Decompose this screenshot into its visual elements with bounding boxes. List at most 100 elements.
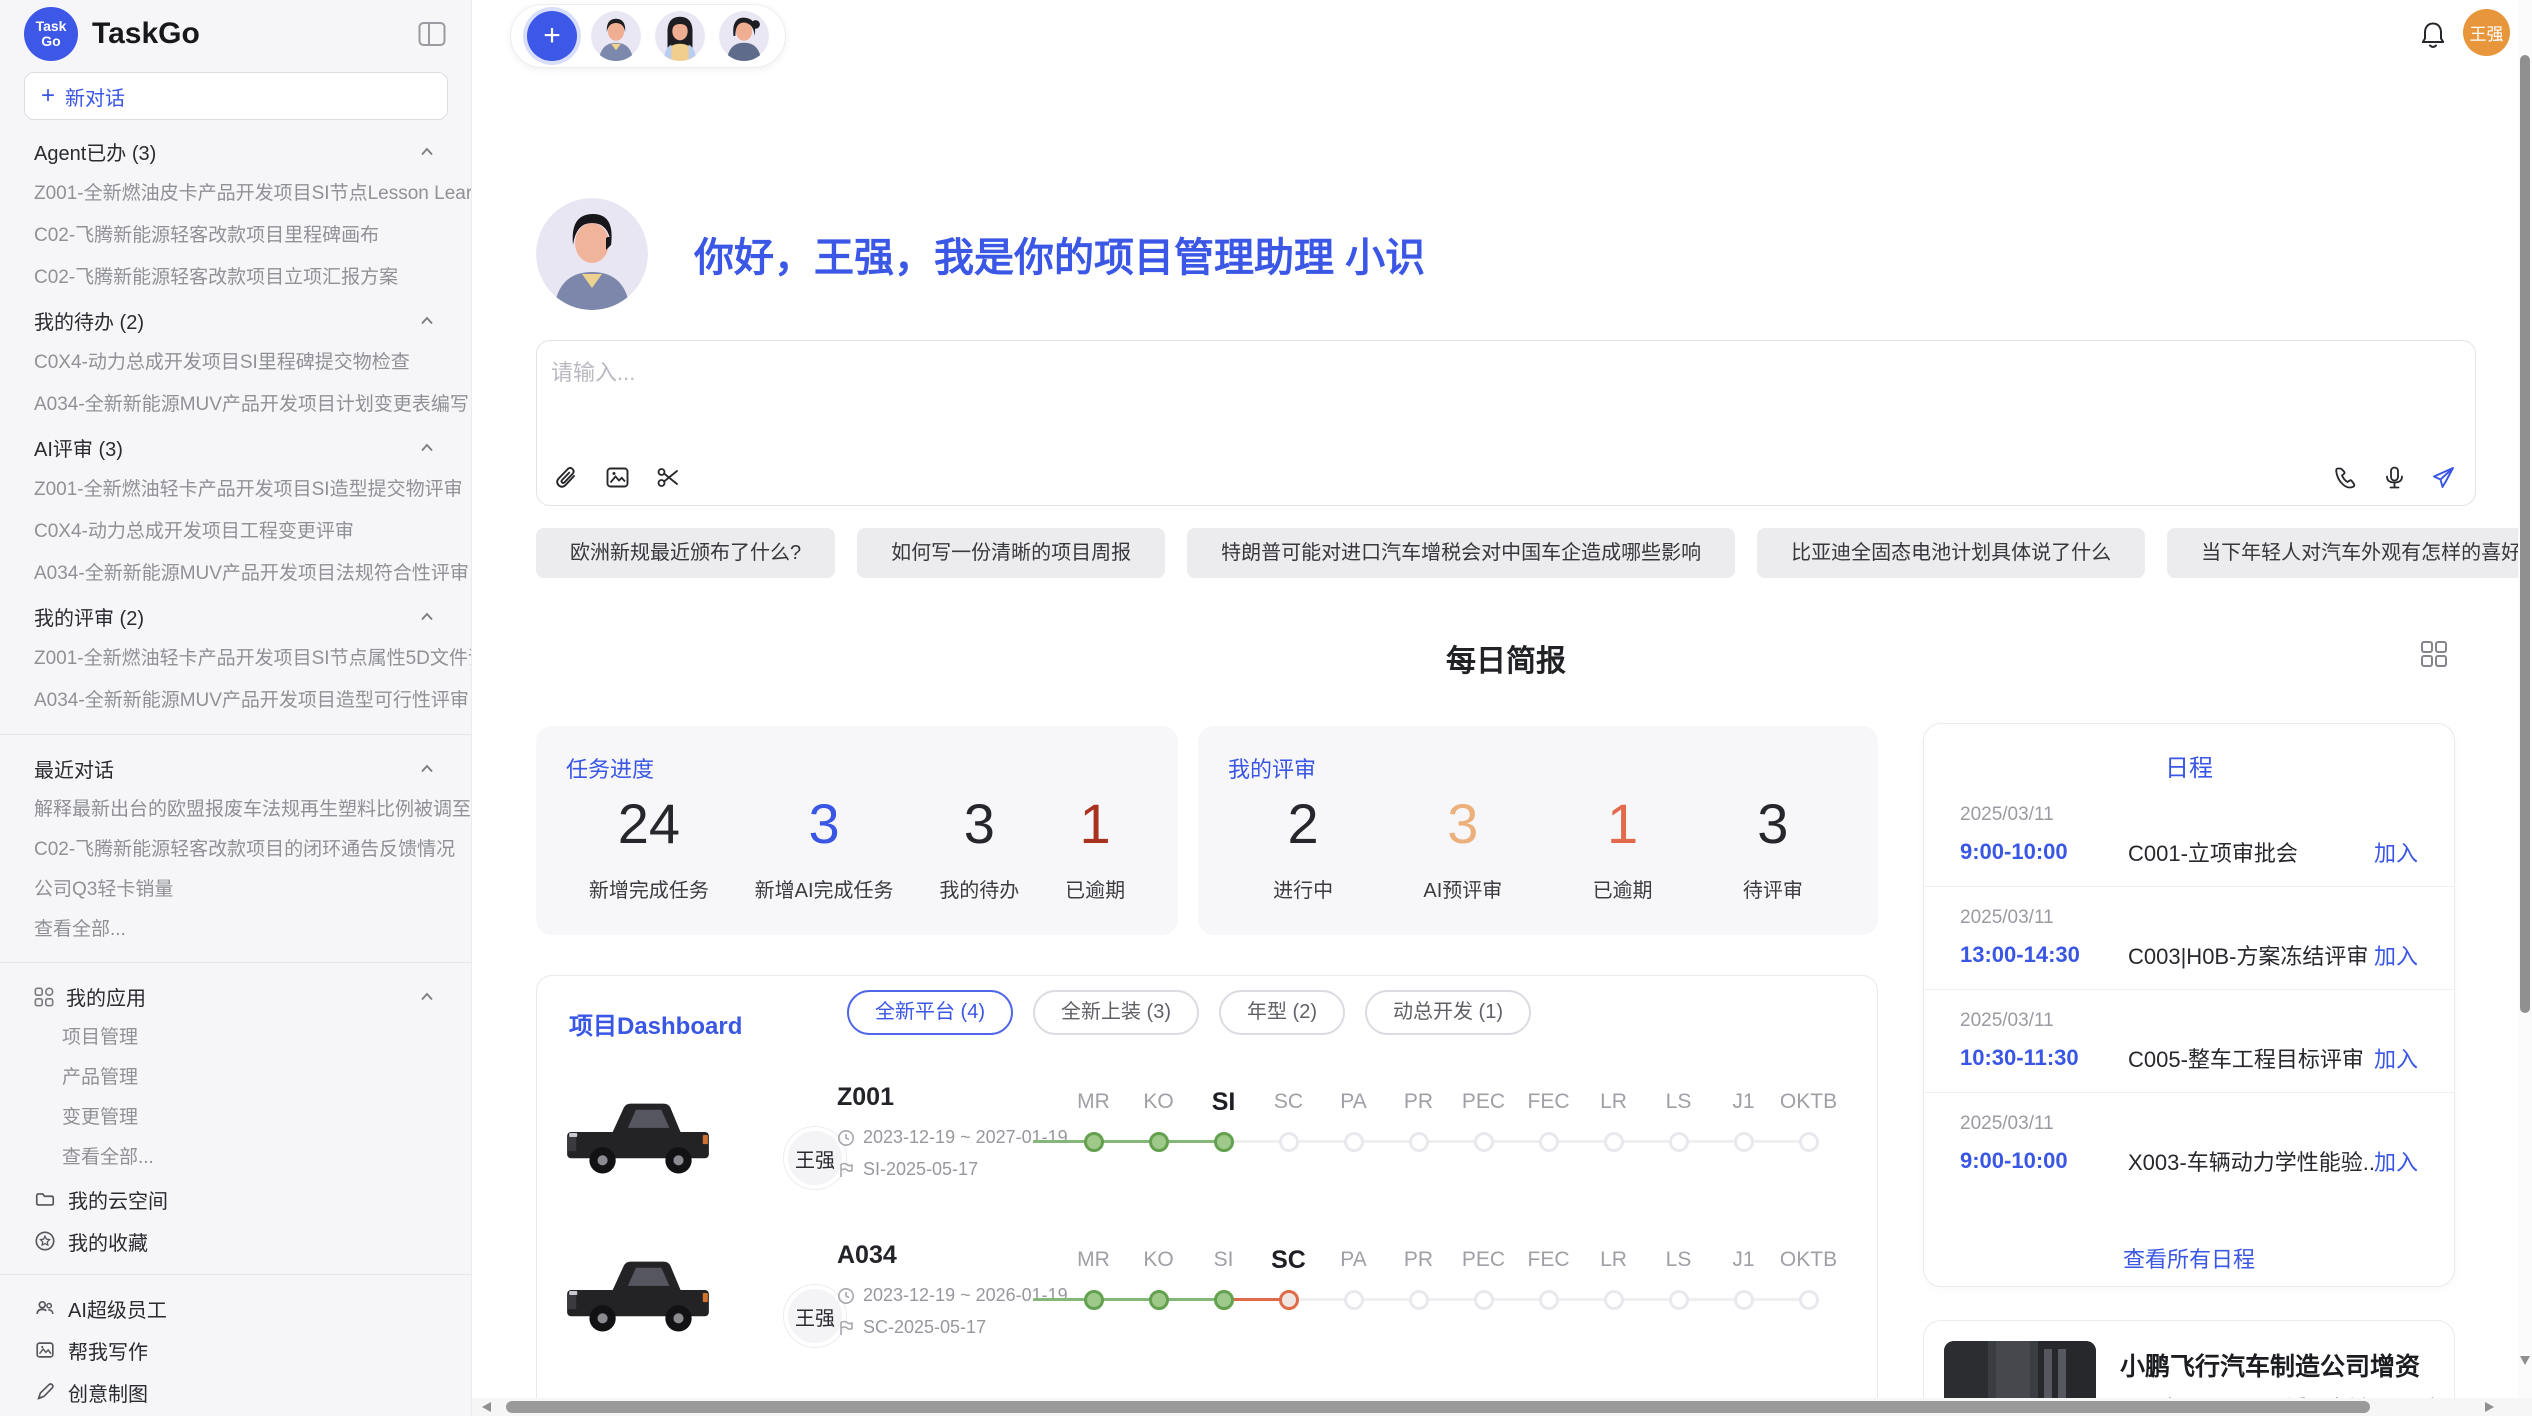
suggestion-chip[interactable]: 欧洲新规最近颁布了什么? — [536, 528, 835, 578]
suggestion-chip[interactable]: 特朗普可能对进口汽车增税会对中国车企造成哪些影响 — [1187, 528, 1735, 578]
schedule-item-row: 13:00-14:30C003|H0B-方案冻结评审加入 — [1960, 939, 2418, 971]
schedule-item-row: 9:00-10:00C001-立项审批会加入 — [1960, 836, 2418, 868]
join-link[interactable]: 加入 — [2374, 939, 2418, 971]
assistant-avatar-3[interactable] — [719, 11, 769, 61]
chevron-up-icon[interactable] — [417, 438, 437, 458]
stat-item: 3待评审 — [1743, 794, 1803, 903]
group-title: 我的评审 (2) — [34, 602, 144, 631]
milestone-dot-OKTB — [1799, 1290, 1819, 1310]
sidebar-item[interactable]: C0X4-动力总成开发项目SI里程碑提交物检查 — [0, 342, 471, 384]
sidebar-item[interactable]: C02-飞腾新能源轻客改款项目里程碑画布 — [0, 215, 471, 257]
sidebar-item[interactable]: A034-全新新能源MUV产品开发项目法规符合性评审 — [0, 553, 471, 595]
composer-left-icons — [553, 464, 682, 491]
sidebar-item[interactable]: Z001-全新燃油轻卡产品开发项目SI造型提交物评审 — [0, 469, 471, 511]
new-chat-button[interactable]: + 新对话 — [24, 72, 448, 120]
clock-icon — [837, 1287, 855, 1305]
dashboard-filter-tab[interactable]: 年型 (2) — [1219, 990, 1345, 1035]
phone-icon[interactable] — [2332, 464, 2359, 491]
paperclip-icon[interactable] — [553, 464, 580, 491]
add-assistant-button[interactable]: + — [527, 11, 577, 61]
join-link[interactable]: 加入 — [2374, 1145, 2418, 1177]
dashboard-filter-tab[interactable]: 全新平台 (4) — [847, 990, 1013, 1035]
scissors-icon[interactable] — [655, 464, 682, 491]
bell-icon[interactable] — [2416, 18, 2450, 52]
sidebar-group-header[interactable]: Agent已办 (3) — [0, 130, 471, 173]
schedule-date: 2025/03/11 — [1960, 1113, 2418, 1135]
suggestion-chip[interactable]: 比亚迪全固态电池计划具体说了什么 — [1757, 528, 2145, 578]
sidebar-item[interactable]: C02-飞腾新能源轻客改款项目立项汇报方案 — [0, 257, 471, 299]
dashboard-filter-tab[interactable]: 动总开发 (1) — [1365, 990, 1531, 1035]
greeting-text: 你好，王强，我是你的项目管理助理 小识 — [694, 225, 1425, 283]
stat-value: 24 — [589, 794, 709, 854]
send-icon[interactable] — [2430, 464, 2457, 491]
image-icon[interactable] — [604, 464, 631, 491]
chevron-up-icon[interactable] — [417, 987, 437, 1007]
suggestion-chip[interactable]: 如何写一份清晰的项目周报 — [857, 528, 1165, 578]
my-apps-label: 我的应用 — [66, 982, 146, 1011]
milestone-cell: OKTB — [1776, 1242, 1841, 1310]
stat-card-title: 任务进度 — [566, 752, 1148, 784]
sidebar-group-header[interactable]: 我的评审 (2) — [0, 595, 471, 638]
sidebar-group-header[interactable]: AI评审 (3) — [0, 426, 471, 469]
sidebar-app-item[interactable]: 变更管理 — [0, 1098, 471, 1138]
sidebar-app-item[interactable]: 项目管理 — [0, 1018, 471, 1058]
user-avatar[interactable]: 王强 — [2463, 9, 2510, 56]
sidebar-item[interactable]: A034-全新新能源MUV产品开发项目计划变更表编写 — [0, 384, 471, 426]
stat-row: 2进行中3AI预评审1已逾期3待评审 — [1228, 794, 1848, 903]
sidebar: Task Go TaskGo + 新对话 Agent已办 (3)Z001-全新燃… — [0, 0, 472, 1416]
sidebar-recent-item[interactable]: 公司Q3轻卡销量 — [0, 870, 471, 910]
chevron-up-icon[interactable] — [417, 759, 437, 779]
daily-brief-title: 每日简报 — [536, 636, 2476, 680]
new-chat-label: 新对话 — [65, 82, 125, 111]
dashboard-filter-tab[interactable]: 全新上装 (3) — [1033, 990, 1199, 1035]
schedule-item: 2025/03/1113:00-14:30C003|H0B-方案冻结评审加入 — [1924, 887, 2454, 990]
sidebar-recent-item[interactable]: 查看全部... — [0, 910, 471, 950]
grid-icon — [34, 987, 54, 1007]
project-row[interactable]: 王强 Z001 2023-12-19 ~ 2027-01-19 SI-2025-… — [537, 1071, 1877, 1229]
chevron-up-icon[interactable] — [417, 311, 437, 331]
sidebar-app-item[interactable]: 查看全部... — [0, 1138, 471, 1178]
sidebar-header: Task Go TaskGo — [0, 0, 471, 68]
milestone-cell: PEC — [1451, 1242, 1516, 1310]
sidebar-group-header[interactable]: 我的待办 (2) — [0, 299, 471, 342]
join-link[interactable]: 加入 — [2374, 1042, 2418, 1074]
truck-image — [557, 1237, 719, 1347]
vertical-scrollbar-thumb[interactable] — [2520, 55, 2530, 1013]
milestone-cell: J1 — [1711, 1084, 1776, 1152]
chevron-up-icon[interactable] — [417, 607, 437, 627]
sidebar-item-creative-draw[interactable]: 创意制图 — [0, 1371, 471, 1413]
sidebar-group-header[interactable]: 最近对话 — [0, 747, 471, 790]
sidebar-item[interactable]: C0X4-动力总成开发项目工程变更评审 — [0, 511, 471, 553]
sidebar-item[interactable]: A034-全新新能源MUV产品开发项目造型可行性评审 — [0, 680, 471, 722]
sidebar-item-help-write[interactable]: 帮我写作 — [0, 1329, 471, 1371]
sidebar-item-favorites[interactable]: 我的收藏 — [0, 1220, 471, 1262]
sidebar-collapse-icon[interactable] — [417, 19, 447, 49]
view-all-schedule-link[interactable]: 查看所有日程 — [1924, 1242, 2454, 1274]
sidebar-app-item[interactable]: 产品管理 — [0, 1058, 471, 1098]
schedule-item: 2025/03/119:00-10:00X003-车辆动力学性能验...加入 — [1924, 1093, 2454, 1196]
scroll-right-arrow[interactable] — [2485, 1402, 2494, 1412]
sidebar-item[interactable]: Z001-全新燃油轻卡产品开发项目SI节点属性5D文件评审 — [0, 638, 471, 680]
scroll-left-arrow[interactable] — [482, 1402, 491, 1412]
scroll-down-arrow[interactable] — [2520, 1356, 2530, 1365]
layout-grid-icon[interactable] — [2420, 640, 2448, 668]
chevron-up-icon[interactable] — [417, 142, 437, 162]
sidebar-item-cloud-space[interactable]: 我的云空间 — [0, 1178, 471, 1220]
stat-item: 1已逾期 — [1593, 794, 1653, 903]
project-row[interactable]: 王强 A034 2023-12-19 ~ 2026-01-19 SC-2025-… — [537, 1229, 1877, 1387]
schedule-item: 2025/03/119:00-10:00C001-立项审批会加入 — [1924, 784, 2454, 887]
join-link[interactable]: 加入 — [2374, 836, 2418, 868]
assistant-avatar-1[interactable] — [591, 11, 641, 61]
news-card[interactable]: 小鹏飞行汽车制造公司增资 天眼查 App 显示，近日广州汇天飞行汽... — [1923, 1320, 2455, 1398]
horizontal-scrollbar-thumb[interactable] — [506, 1401, 2370, 1413]
sidebar-recent-item[interactable]: 解释最新出台的欧盟报废车法规再生塑料比例被调至15%... — [0, 790, 471, 830]
sidebar-item-my-apps[interactable]: 我的应用 — [0, 975, 471, 1018]
assistant-avatar-2[interactable] — [655, 11, 705, 61]
milestone-label: J1 — [1711, 1242, 1776, 1278]
sidebar-item-ai-staff[interactable]: AI超级员工 — [0, 1287, 471, 1329]
sidebar-item[interactable]: Z001-全新燃油皮卡产品开发项目SI节点Lesson Learn报告 — [0, 173, 471, 215]
sidebar-recent-item[interactable]: C02-飞腾新能源轻客改款项目的闭环通告反馈情况 — [0, 830, 471, 870]
mic-icon[interactable] — [2381, 464, 2408, 491]
composer-input[interactable] — [551, 355, 2251, 451]
suggestion-chip[interactable]: 当下年轻人对汽车外观有怎样的喜好趋势 — [2167, 528, 2518, 578]
